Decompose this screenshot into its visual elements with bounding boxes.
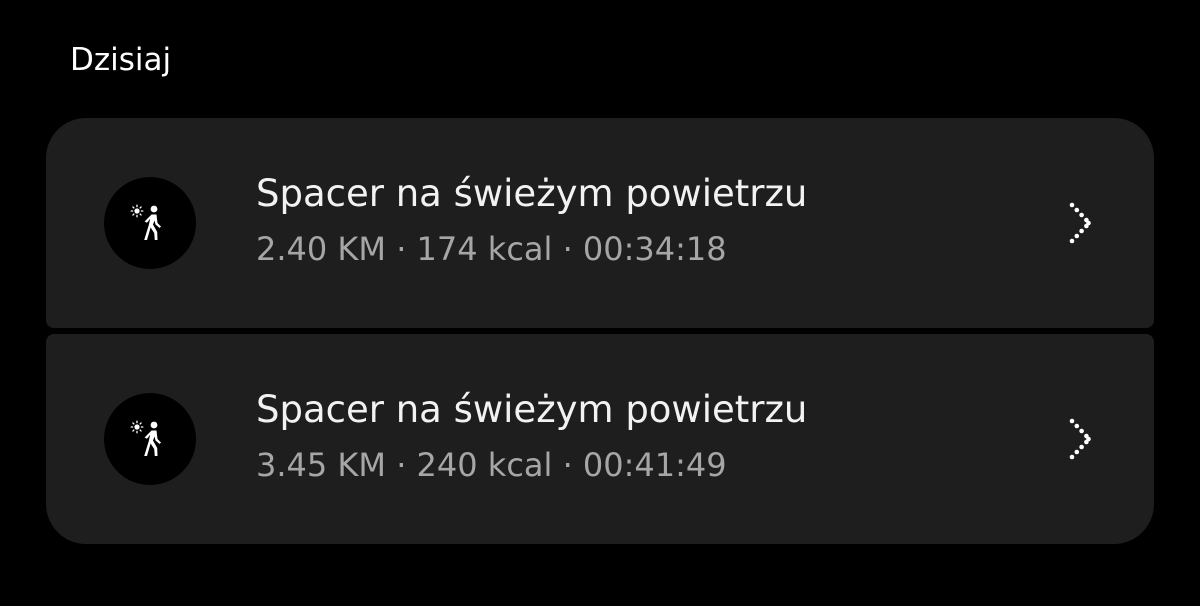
section-title: Dzisiaj [70, 42, 172, 78]
activity-stats: 2.40 KM · 174 kcal · 00:34:18 [256, 230, 727, 268]
activity-list: Spacer na świeżym powietrzu 2.40 KM · 17… [46, 118, 1154, 544]
activity-title: Spacer na świeżym powietrzu [256, 388, 808, 431]
activity-card[interactable]: Spacer na świeżym powietrzu 3.45 KM · 24… [46, 334, 1154, 544]
outdoor-walk-icon [104, 393, 196, 485]
chevron-right-icon[interactable] [1066, 417, 1096, 461]
activity-title: Spacer na świeżym powietrzu [256, 172, 808, 215]
outdoor-walk-icon [104, 177, 196, 269]
activity-stats: 3.45 KM · 240 kcal · 00:41:49 [256, 446, 727, 484]
activity-text: Spacer na świeżym powietrzu 3.45 KM · 24… [256, 386, 807, 486]
activity-text: Spacer na świeżym powietrzu 2.40 KM · 17… [256, 170, 807, 270]
chevron-right-icon[interactable] [1066, 201, 1096, 245]
activity-card[interactable]: Spacer na świeżym powietrzu 2.40 KM · 17… [46, 118, 1154, 328]
